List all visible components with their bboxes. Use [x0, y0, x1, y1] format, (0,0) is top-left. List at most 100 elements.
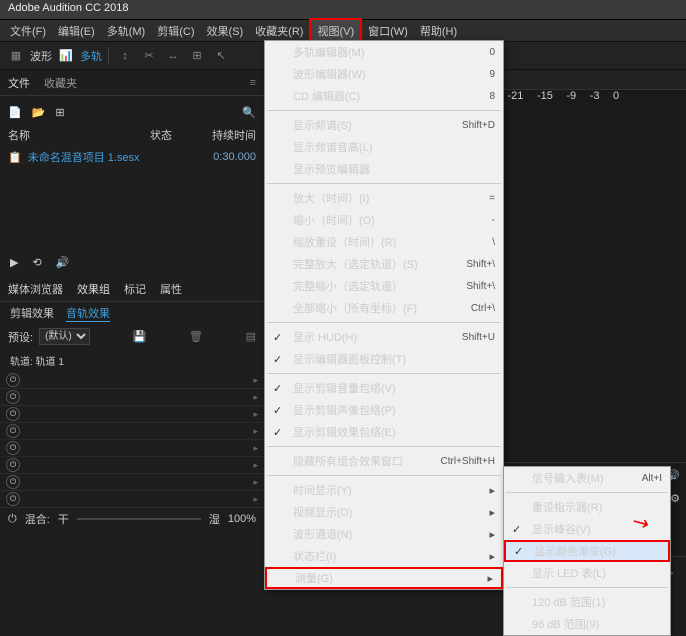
- menu-item[interactable]: 状态栏(I)▸: [265, 545, 503, 567]
- fx-power-icon[interactable]: ⏻: [6, 407, 20, 421]
- fx-dropdown-icon[interactable]: ▸: [253, 477, 258, 488]
- files-tab[interactable]: 文件: [8, 75, 30, 91]
- tab-markers[interactable]: 标记: [124, 281, 146, 297]
- multitrack-mode-icon[interactable]: 📊: [56, 46, 76, 66]
- tool-slip-icon[interactable]: ↔: [163, 46, 183, 66]
- tab-properties[interactable]: 属性: [160, 281, 182, 297]
- tool-razor-icon[interactable]: ✂: [139, 46, 159, 66]
- tab-effects-rack[interactable]: 效果组: [77, 281, 110, 297]
- open-file-icon[interactable]: 📂: [32, 106, 46, 119]
- fx-power-icon[interactable]: ⏻: [6, 458, 20, 472]
- new-file-icon[interactable]: 📄: [8, 106, 22, 119]
- menu-item[interactable]: 隐藏所有组合效果窗口Ctrl+Shift+H: [265, 450, 503, 472]
- fx-power-icon[interactable]: ⏻: [6, 475, 20, 489]
- volume-icon[interactable]: 🔊: [56, 256, 70, 269]
- menu-item[interactable]: 显示剪辑效果包络(E): [265, 421, 503, 443]
- menu-item[interactable]: 显示剪辑音量包络(V): [265, 377, 503, 399]
- menu-item[interactable]: 显示 HUD(H)Shift+U: [265, 326, 503, 348]
- menu-item[interactable]: 测量(G)▸: [265, 567, 503, 589]
- fx-dropdown-icon[interactable]: ▸: [253, 409, 258, 420]
- fx-dropdown-icon[interactable]: ▸: [253, 460, 258, 471]
- save-preset-icon[interactable]: 💾: [133, 330, 147, 343]
- fx-power-icon[interactable]: ⏻: [6, 373, 20, 387]
- menu-item[interactable]: 放大（时间）(I)=: [265, 187, 503, 209]
- power-all-icon[interactable]: ⏻: [8, 513, 17, 526]
- submenu-item[interactable]: 显示颜色渐变(G): [504, 540, 670, 562]
- fx-slot[interactable]: ⏻▸: [0, 423, 264, 440]
- fx-power-icon[interactable]: ⏻: [6, 441, 20, 455]
- menu-item[interactable]: 波形通道(N)▸: [265, 523, 503, 545]
- menu-item[interactable]: 多轨编辑器(M)0: [265, 41, 503, 63]
- tool-cursor-icon[interactable]: ↖: [211, 46, 231, 66]
- fx-slot[interactable]: ⏻▸: [0, 406, 264, 423]
- tab-media-browser[interactable]: 媒体浏览器: [8, 281, 63, 297]
- fx-power-icon[interactable]: ⏻: [6, 492, 20, 506]
- menu-item-label: 隐藏所有组合效果窗口: [293, 453, 403, 469]
- fx-slot[interactable]: ⏻▸: [0, 440, 264, 457]
- fx-dropdown-icon[interactable]: ▸: [253, 443, 258, 454]
- menu-item[interactable]: 完整放大（选定轨道）(S)Shift+\: [265, 253, 503, 275]
- menu-favorites[interactable]: 收藏夹(R): [249, 20, 309, 42]
- fx-dropdown-icon[interactable]: ▸: [253, 426, 258, 437]
- multitrack-mode-label[interactable]: 多轨: [80, 48, 102, 64]
- col-duration[interactable]: 持续时间: [212, 127, 256, 143]
- input-config-icon[interactable]: ⚙: [670, 492, 680, 505]
- fx-slot[interactable]: ⏻▸: [0, 457, 264, 474]
- fx-slot[interactable]: ⏻▸: [0, 372, 264, 389]
- menu-item[interactable]: 显示频谱(S)Shift+D: [265, 114, 503, 136]
- menu-item[interactable]: 显示频谱音高(L): [265, 136, 503, 158]
- fx-slot[interactable]: ⏻▸: [0, 491, 264, 508]
- preset-select[interactable]: (默认): [39, 328, 90, 345]
- submenu-item[interactable]: 信号输入表(M)Alt+I: [504, 467, 670, 489]
- fx-power-icon[interactable]: ⏻: [6, 424, 20, 438]
- col-status[interactable]: 状态: [150, 127, 172, 143]
- menu-edit[interactable]: 编辑(E): [52, 20, 101, 42]
- tab-track-fx[interactable]: 音轨效果: [66, 305, 110, 322]
- loop-icon[interactable]: ⟲: [32, 256, 41, 269]
- favorites-tab[interactable]: 收藏夹: [44, 75, 77, 91]
- menu-item[interactable]: 显示编辑器面板控制(T): [265, 348, 503, 370]
- db-tick: 0: [613, 90, 619, 104]
- menu-item[interactable]: 显示剪辑声像包络(P): [265, 399, 503, 421]
- preset-menu-icon[interactable]: ▤: [246, 330, 256, 343]
- menu-item-label: 显示编辑器面板控制(T): [293, 351, 406, 367]
- menu-item[interactable]: 显示预览编辑器: [265, 158, 503, 180]
- file-row[interactable]: 📋 未命名混音项目 1.sesx 0:30.000: [0, 146, 264, 168]
- submenu-item[interactable]: 显示 LED 表(L): [504, 562, 670, 584]
- record-icon[interactable]: ⊞: [55, 106, 64, 119]
- fx-dropdown-icon[interactable]: ▸: [253, 375, 258, 386]
- search-icon[interactable]: 🔍: [242, 106, 256, 119]
- fx-dropdown-icon[interactable]: ▸: [253, 494, 258, 505]
- menu-effects[interactable]: 效果(S): [201, 20, 250, 42]
- tool-move-icon[interactable]: ↕: [115, 46, 135, 66]
- fx-slot[interactable]: ⏻▸: [0, 389, 264, 406]
- menu-item[interactable]: 波形编辑器(W)9: [265, 63, 503, 85]
- menu-item[interactable]: CD 编辑器(C)8: [265, 85, 503, 107]
- mix-slider[interactable]: [77, 518, 201, 520]
- col-name[interactable]: 名称: [8, 127, 30, 143]
- menu-multitrack[interactable]: 多轨(M): [101, 20, 152, 42]
- delete-preset-icon[interactable]: 🗑: [189, 330, 203, 343]
- menu-item[interactable]: 全部缩小（所有坐标）(F)Ctrl+\: [265, 297, 503, 319]
- tool-time-icon[interactable]: ⊞: [187, 46, 207, 66]
- menu-clip[interactable]: 剪辑(C): [151, 20, 200, 42]
- menu-window[interactable]: 窗口(W): [362, 20, 414, 42]
- menu-item[interactable]: 视频显示(D)▸: [265, 501, 503, 523]
- fx-power-icon[interactable]: ⏻: [6, 390, 20, 404]
- submenu-item[interactable]: 96 dB 范围(9): [504, 613, 670, 635]
- fx-dropdown-icon[interactable]: ▸: [253, 392, 258, 403]
- submenu-item[interactable]: 120 dB 范围(1): [504, 591, 670, 613]
- menu-help[interactable]: 帮助(H): [414, 20, 463, 42]
- menu-item[interactable]: 完整缩小（选定轨道）Shift+\: [265, 275, 503, 297]
- menu-item-label: 信号输入表(M): [532, 470, 604, 486]
- fx-slot[interactable]: ⏻▸: [0, 474, 264, 491]
- waveform-mode-icon[interactable]: ▦: [6, 46, 26, 66]
- menu-item[interactable]: 缩放重设（时间）(R)\: [265, 231, 503, 253]
- play-icon[interactable]: ▶: [10, 256, 18, 269]
- tab-clip-fx[interactable]: 剪辑效果: [10, 305, 54, 321]
- menu-item[interactable]: 缩小（时间）(O)-: [265, 209, 503, 231]
- waveform-mode-label[interactable]: 波形: [30, 48, 52, 64]
- menu-item[interactable]: 时间显示(Y)▸: [265, 479, 503, 501]
- menu-file[interactable]: 文件(F): [4, 20, 52, 42]
- panel-menu-icon[interactable]: ≡: [250, 77, 256, 89]
